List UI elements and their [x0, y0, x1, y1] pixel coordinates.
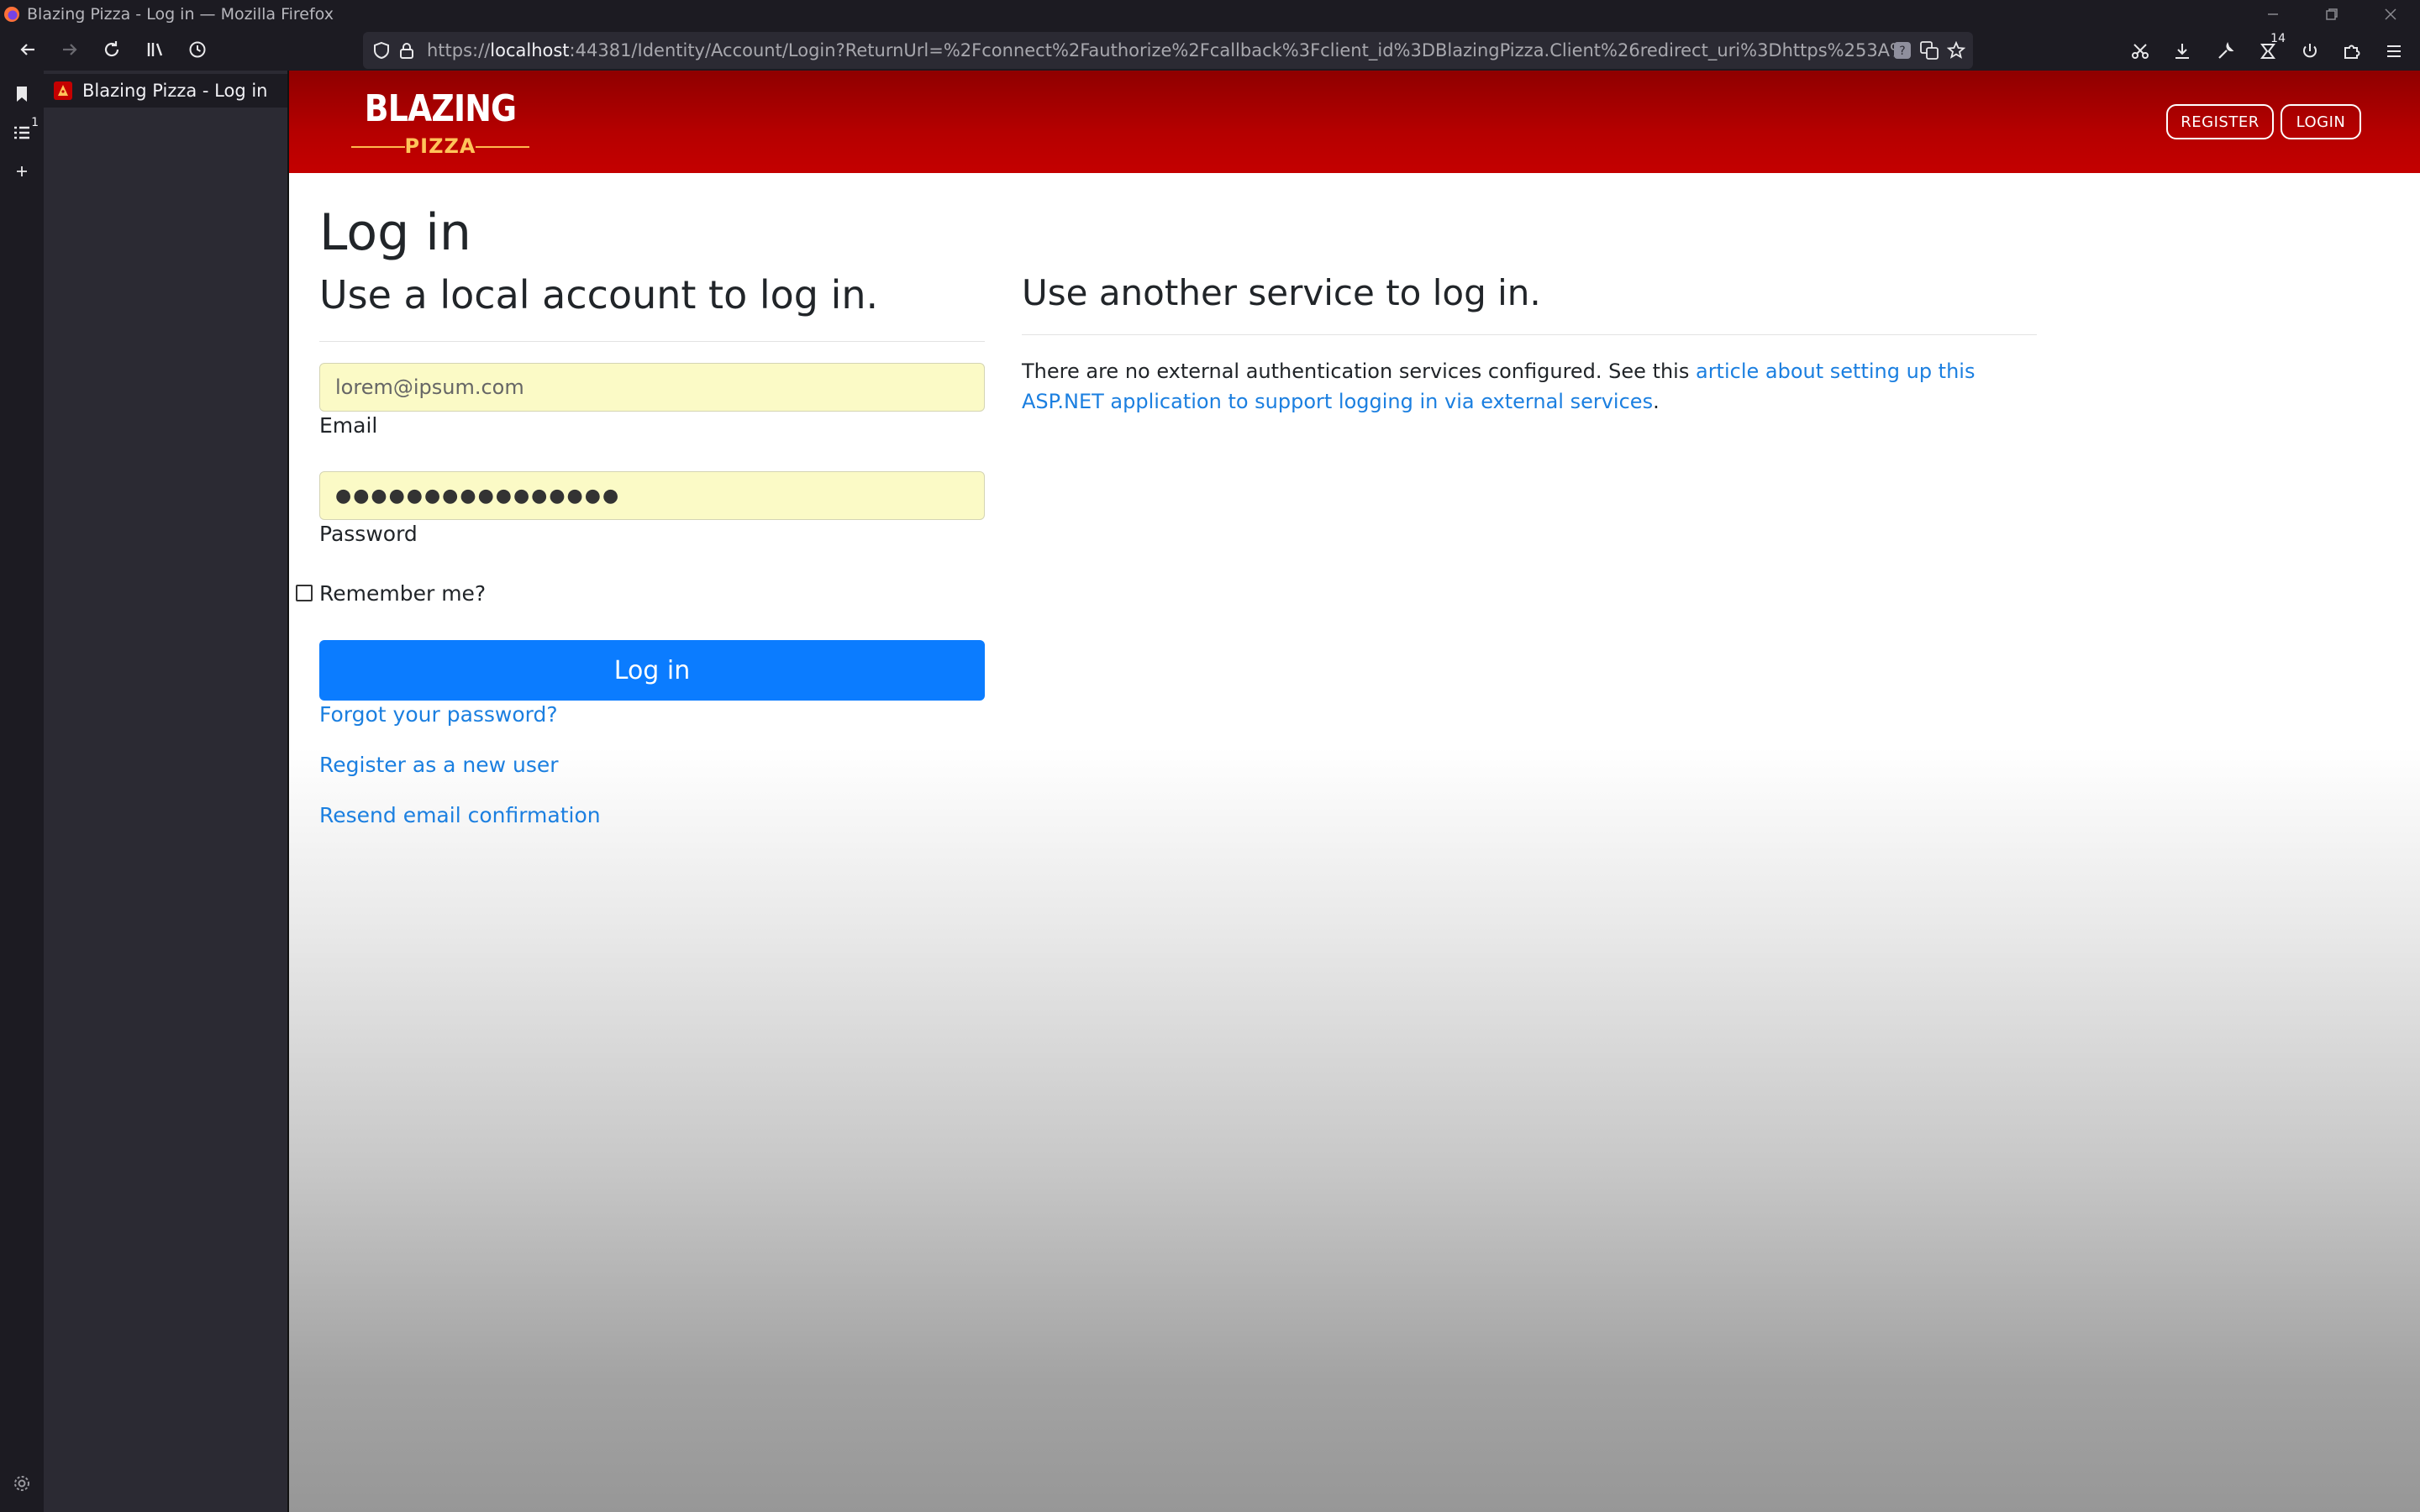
- wrench-icon: [2218, 41, 2234, 59]
- email-label: Email: [319, 413, 378, 438]
- hamburger-icon: [2387, 45, 2401, 57]
- power-button[interactable]: [2296, 37, 2324, 66]
- forward-arrow-icon: [63, 44, 77, 55]
- power-icon: [2303, 44, 2317, 58]
- extension-badge: 14: [2270, 32, 2286, 45]
- close-window-button[interactable]: [2361, 0, 2420, 29]
- external-auth-message: There are no external authentication ser…: [1022, 360, 1975, 413]
- tab-list-icon[interactable]: 1: [8, 116, 39, 146]
- register-button[interactable]: REGISTER: [2166, 104, 2274, 139]
- password-input[interactable]: ●●●●●●●●●●●●●●●●: [319, 471, 985, 520]
- local-account-heading: Use a local account to log in.: [319, 272, 879, 318]
- bookmark-star-icon[interactable]: [1946, 40, 1966, 60]
- restore-icon: [2326, 8, 2338, 20]
- devtools-button[interactable]: [2212, 37, 2240, 66]
- register-new-user-link[interactable]: Register as a new user: [319, 753, 559, 777]
- svg-text:?: ?: [1899, 45, 1905, 58]
- extensions-button[interactable]: [2338, 37, 2366, 66]
- site-header: BLAZING PIZZA REGISTER LOGIN: [289, 71, 2420, 173]
- firefox-icon: [4, 7, 19, 22]
- local-heading-divider: [319, 341, 985, 342]
- blazing-pizza-logo[interactable]: BLAZING PIZZA: [351, 87, 529, 158]
- url-text[interactable]: https://localhost:44381/Identity/Account…: [427, 32, 1906, 69]
- login-button[interactable]: LOGIN: [2281, 104, 2361, 139]
- forward-button[interactable]: [55, 35, 84, 64]
- clock-icon: [189, 41, 206, 58]
- puzzle-icon: [2344, 45, 2360, 59]
- back-button[interactable]: [13, 35, 42, 64]
- address-bar[interactable]: https://localhost:44381/Identity/Account…: [363, 32, 1973, 69]
- reload-button[interactable]: [97, 35, 126, 64]
- history-button[interactable]: [183, 35, 212, 64]
- restore-button[interactable]: [2302, 0, 2361, 29]
- external-service-heading: Use another service to log in.: [1022, 272, 1541, 313]
- sidebar-settings-icon[interactable]: [8, 1470, 35, 1497]
- logo-text-top: BLAZING: [364, 87, 517, 130]
- page-content: BLAZING PIZZA REGISTER LOGIN Log in Use …: [289, 71, 2420, 1512]
- email-input[interactable]: lorem@ipsum.com: [319, 363, 985, 412]
- back-arrow-icon: [20, 44, 34, 55]
- new-tab-icon[interactable]: [8, 158, 35, 185]
- sidebar-tab-blazing-pizza[interactable]: Blazing Pizza - Log in: [44, 74, 289, 108]
- menu-button[interactable]: [2380, 37, 2408, 66]
- translate-icon[interactable]: [1919, 40, 1939, 60]
- log-in-submit-button[interactable]: Log in: [319, 640, 985, 701]
- logo-rule-right: [476, 146, 529, 148]
- window-controls: [2244, 0, 2420, 29]
- minimize-icon: [2268, 13, 2278, 15]
- library-icon: [147, 43, 163, 56]
- external-heading-divider: [1022, 334, 2037, 335]
- window-title: Blazing Pizza - Log in — Mozilla Firefox: [27, 5, 334, 24]
- permissions-icon[interactable]: ?: [1892, 40, 1912, 60]
- remember-me-label[interactable]: Remember me?: [319, 581, 486, 606]
- tab-count-badge: 1: [31, 116, 39, 129]
- password-label: Password: [319, 522, 418, 546]
- sidebar-panel: [44, 71, 289, 1512]
- sidebar-tab-title: Blazing Pizza - Log in: [82, 81, 268, 101]
- window-titlebar: Blazing Pizza - Log in — Mozilla Firefox: [0, 0, 2420, 29]
- pizza-favicon-icon: [54, 81, 72, 100]
- lock-icon[interactable]: [397, 40, 417, 60]
- shield-icon[interactable]: [371, 40, 392, 60]
- download-icon: [2175, 44, 2189, 59]
- reload-icon: [104, 41, 119, 57]
- library-button[interactable]: [141, 35, 170, 64]
- page-title: Log in: [319, 203, 471, 262]
- resend-confirmation-link[interactable]: Resend email confirmation: [319, 803, 601, 827]
- close-icon: [2385, 8, 2396, 20]
- forgot-password-link[interactable]: Forgot your password?: [319, 702, 558, 727]
- minimize-button[interactable]: [2244, 0, 2302, 29]
- sidebar-strip: 1: [0, 71, 44, 1512]
- extension-counter-button[interactable]: 14: [2254, 32, 2286, 66]
- downloads-button[interactable]: [2168, 37, 2196, 66]
- pin-icon[interactable]: [8, 81, 35, 108]
- screenshot-button[interactable]: [2126, 37, 2154, 66]
- remember-me-checkbox[interactable]: [296, 585, 313, 601]
- scissors-icon: [2132, 44, 2149, 59]
